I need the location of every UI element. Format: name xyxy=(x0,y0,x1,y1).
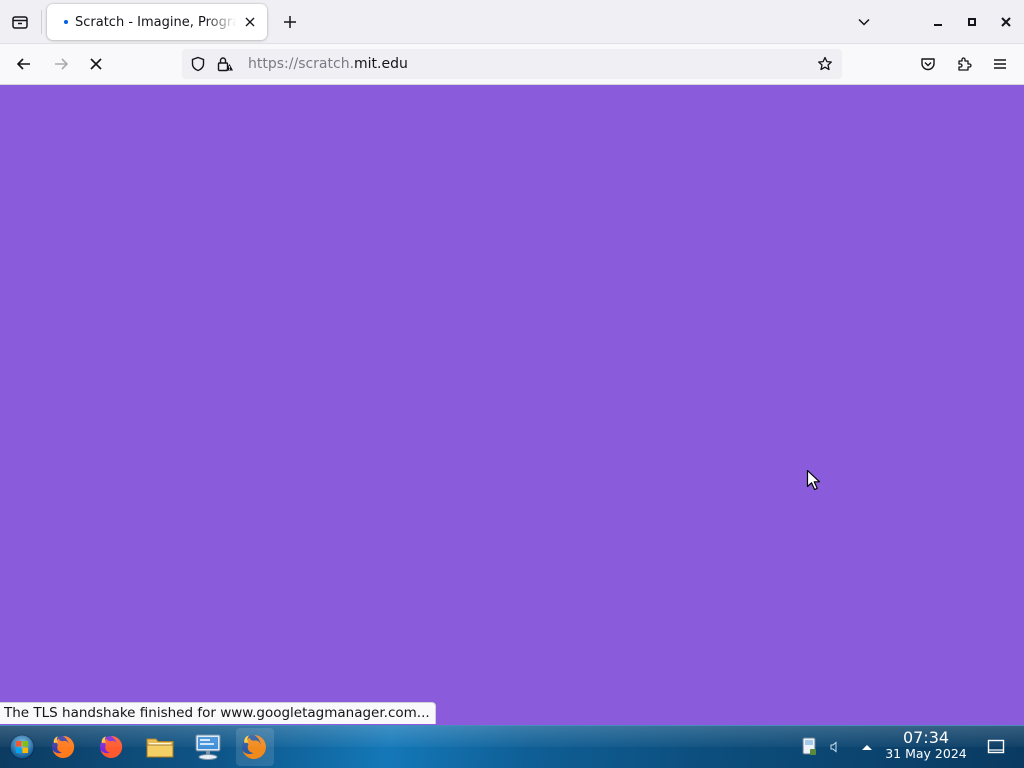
url-bar[interactable]: https://scratch.mit.edu xyxy=(182,49,842,79)
notification-icon[interactable] xyxy=(984,736,1008,758)
navigation-toolbar: https://scratch.mit.edu xyxy=(0,44,1024,85)
puzzle-icon[interactable] xyxy=(950,50,978,78)
clock-date: 31 May 2024 xyxy=(885,746,967,762)
pocket-icon[interactable] xyxy=(914,50,942,78)
network-computer-icon[interactable] xyxy=(190,730,226,764)
firefox-icon[interactable] xyxy=(45,730,81,764)
taskbar-clock[interactable]: 07:34 31 May 2024 xyxy=(878,728,974,762)
tab-loading-indicator xyxy=(64,20,68,24)
file-manager-icon[interactable] xyxy=(142,730,178,764)
firefox-icon[interactable] xyxy=(236,730,272,764)
star-icon[interactable] xyxy=(814,53,836,75)
arrow-right-icon[interactable] xyxy=(46,50,76,78)
volume-icon[interactable] xyxy=(824,736,846,758)
tab-scratch[interactable]: Scratch - Imagine, Program, Create xyxy=(47,4,267,40)
tab-title: Scratch - Imagine, Program, Create xyxy=(75,14,237,30)
tab-close-icon[interactable] xyxy=(241,13,259,31)
chevron-up-icon[interactable] xyxy=(856,736,878,758)
start-orb-icon[interactable] xyxy=(4,730,40,764)
firefox-icon[interactable] xyxy=(93,730,129,764)
maximize-button[interactable] xyxy=(958,8,986,36)
tab-list-icon[interactable] xyxy=(6,8,34,36)
tab-strip: Scratch - Imagine, Program, Create xyxy=(0,0,1024,44)
taskbar: 07:34 31 May 2024 xyxy=(0,725,1024,768)
arrow-left-icon[interactable] xyxy=(9,50,39,78)
hamburger-icon[interactable] xyxy=(986,50,1014,78)
close-window-button[interactable] xyxy=(992,8,1020,36)
url-text[interactable]: https://scratch.mit.edu xyxy=(248,56,408,72)
close-icon[interactable] xyxy=(81,50,111,78)
lock-warning-icon[interactable] xyxy=(214,53,236,75)
removable-device-icon[interactable] xyxy=(798,736,820,758)
status-panel: The TLS handshake finished for www.googl… xyxy=(0,702,436,724)
mouse-cursor-icon xyxy=(806,469,821,491)
page-content[interactable]: The TLS handshake finished for www.googl… xyxy=(0,85,1024,725)
chevron-down-icon[interactable] xyxy=(850,8,878,36)
clock-time: 07:34 xyxy=(902,728,950,747)
plus-icon[interactable] xyxy=(276,8,304,36)
tab-separator xyxy=(41,10,42,34)
shield-icon[interactable] xyxy=(187,53,209,75)
minimize-button[interactable] xyxy=(924,8,952,36)
